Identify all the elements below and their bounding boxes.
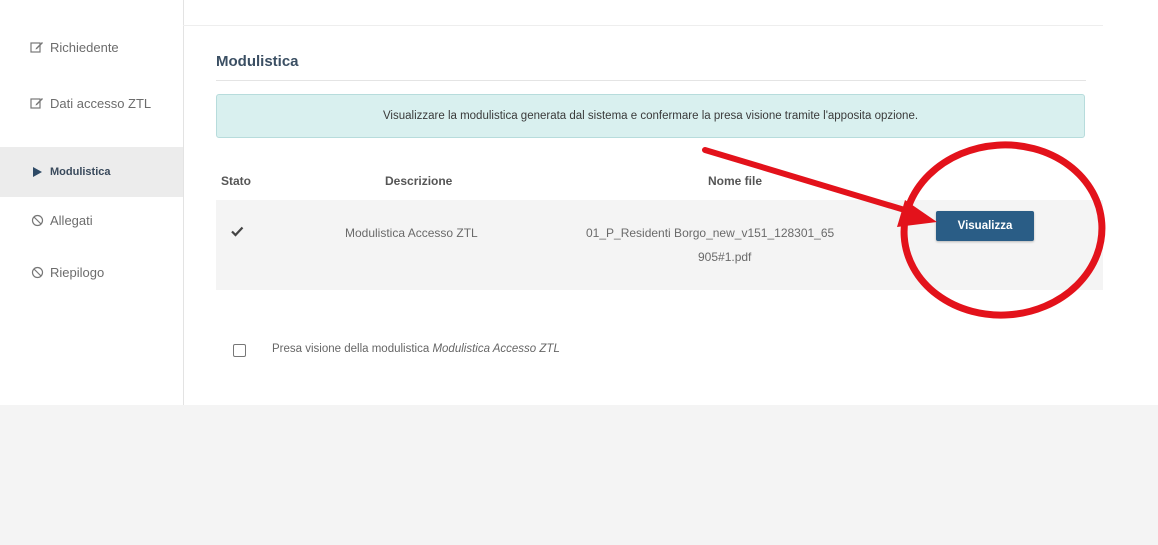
info-alert: Visualizzare la modulistica generata dal… [216,94,1085,138]
play-icon [30,165,44,179]
sidebar-item-label: Allegati [50,212,93,228]
page-title: Modulistica [216,53,299,70]
presa-visione-doc: Modulistica Accesso ZTL [432,343,560,355]
sidebar-item-dati-accesso-ztl[interactable]: Dati accesso ZTL [0,78,183,128]
sidebar: Richiedente Dati accesso ZTL Modulistica… [0,0,184,405]
sidebar-item-label: Riepilogo [50,264,105,280]
sidebar-item-allegati[interactable]: Allegati [0,195,183,245]
visualizza-button[interactable]: Visualizza [936,211,1034,241]
column-header-stato: Stato [221,174,251,188]
ban-icon [30,213,44,227]
sidebar-item-label: Richiedente [50,39,119,55]
ban-icon [30,265,44,279]
column-header-descrizione: Descrizione [385,174,453,188]
cell-nome-file: 01_P_Residenti Borgo_new_v151_128301_65 [586,226,835,240]
edit-icon [30,96,44,110]
sidebar-item-label: Dati accesso ZTL [50,95,152,111]
sidebar-item-modulistica[interactable]: Modulistica [0,147,183,197]
presa-visione-text: Presa visione della modulistica [272,343,433,355]
sidebar-item-label: Modulistica [50,166,111,178]
app-window: Richiedente Dati accesso ZTL Modulistica… [0,0,1158,405]
presa-visione-label: Presa visione della modulistica Modulist… [272,343,560,355]
checkmark-icon [230,224,244,238]
edit-icon [30,40,44,54]
cell-nome-file-continued: 905#1.pdf [698,250,752,264]
sidebar-item-richiedente[interactable]: Richiedente [0,22,183,72]
column-header-nome-file: Nome file [708,174,763,188]
sidebar-item-riepilogo[interactable]: Riepilogo [0,247,183,297]
title-divider [216,80,1086,81]
presa-visione-checkbox[interactable] [233,344,246,357]
cell-descrizione: Modulistica Accesso ZTL [345,226,478,240]
main-content: Modulistica Visualizzare la modulistica … [200,0,1103,405]
